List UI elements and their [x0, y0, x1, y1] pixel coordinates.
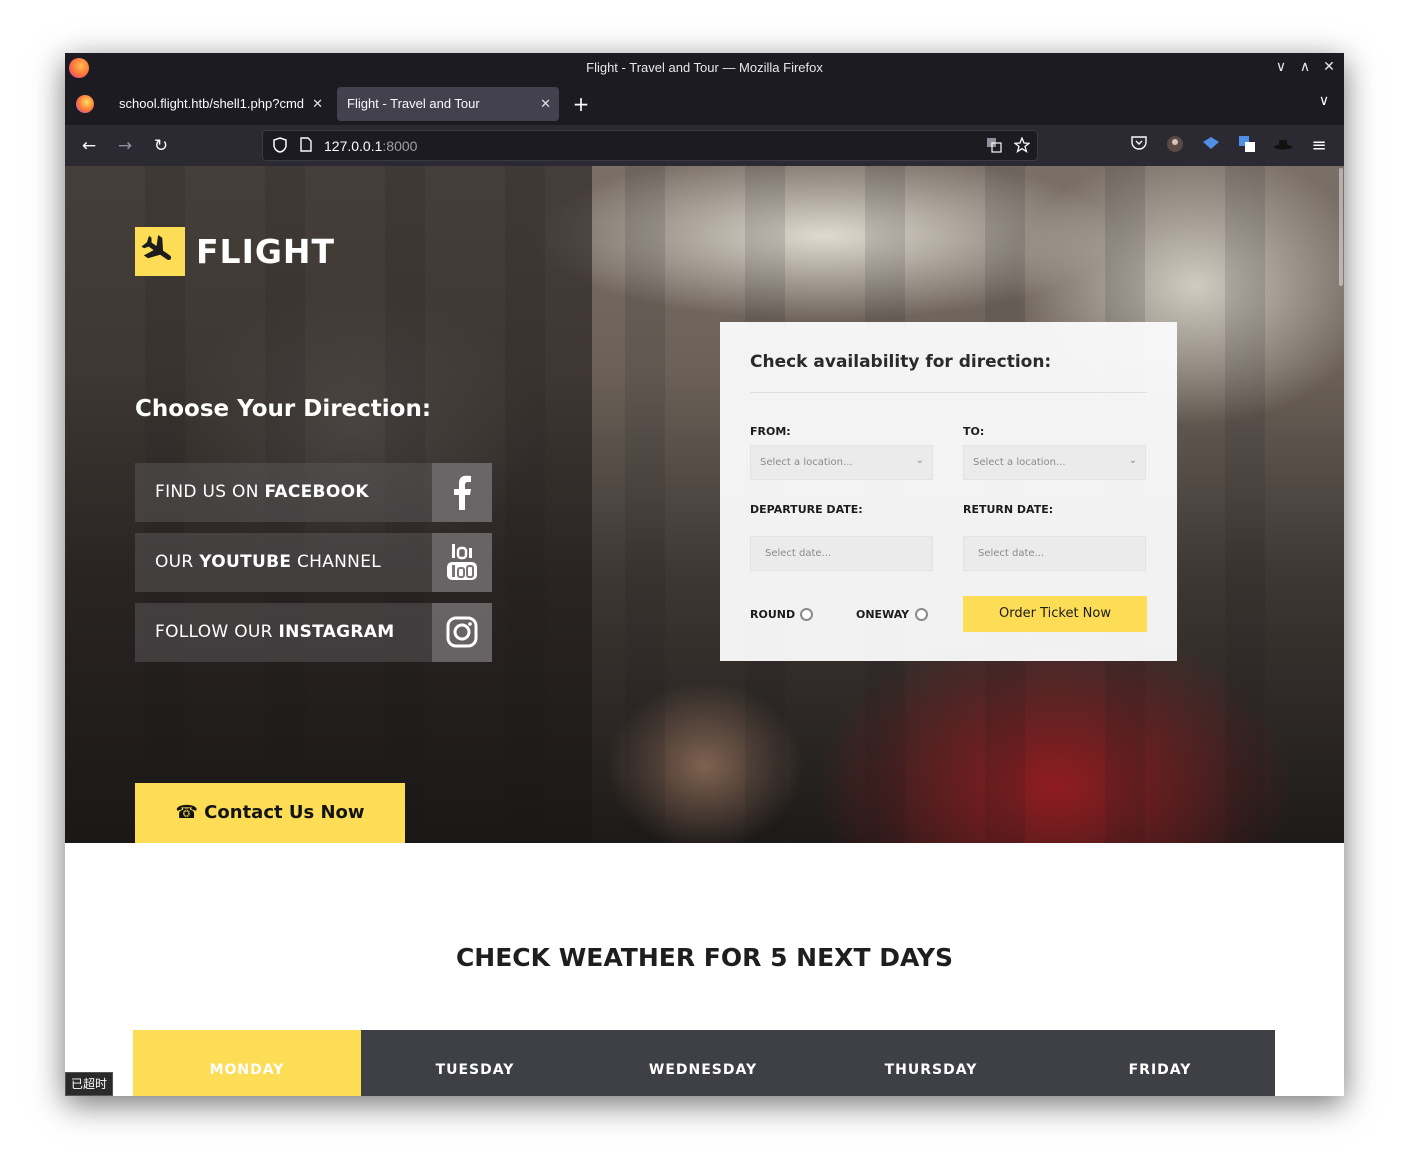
from-select[interactable]: Select a location... ⌄ — [750, 445, 933, 480]
translate-icon[interactable] — [985, 137, 1003, 155]
to-select[interactable]: Select a location... ⌄ — [963, 445, 1146, 480]
page-info-icon[interactable] — [297, 137, 315, 155]
tab-thursday[interactable]: THURSDAY — [817, 1030, 1045, 1096]
url-port: :8000 — [382, 138, 418, 154]
choose-direction-heading: Choose Your Direction: — [135, 396, 432, 422]
extension-hat-icon[interactable] — [1272, 135, 1294, 157]
tab-tuesday[interactable]: TUESDAY — [361, 1030, 589, 1096]
tab-school-shell[interactable]: school.flight.htb/shell1.php?cmd ✕ — [109, 87, 331, 121]
tracking-protection-shield-icon[interactable] — [271, 137, 289, 155]
airplane-logo-icon — [135, 227, 185, 276]
tab-label: school.flight.htb/shell1.php?cmd — [119, 96, 304, 111]
order-ticket-button[interactable]: Order Ticket Now — [963, 596, 1147, 632]
oneway-label: ONEWAY — [856, 608, 910, 621]
window-title: Flight - Travel and Tour — Mozilla Firef… — [586, 60, 823, 75]
page-scrollbar[interactable] — [1339, 168, 1343, 286]
contact-us-button[interactable]: ☎ Contact Us Now — [135, 783, 405, 843]
youtube-link[interactable]: OUR YOUTUBE CHANNEL — [135, 533, 492, 592]
tab-close-icon[interactable]: ✕ — [312, 87, 323, 121]
round-label: ROUND — [750, 608, 796, 621]
return-date-label: RETURN DATE: — [963, 503, 1054, 516]
browser-window: Flight - Travel and Tour — Mozilla Firef… — [65, 53, 1344, 1096]
tab-monday[interactable]: MONDAY — [133, 1030, 361, 1096]
reload-button[interactable]: ↻ — [148, 133, 174, 159]
hero-section: FLIGHT Choose Your Direction: FIND US ON… — [65, 166, 1344, 843]
instagram-icon — [432, 603, 492, 662]
youtube-icon — [432, 533, 492, 592]
departure-date-placeholder: Select date... — [765, 548, 832, 559]
from-placeholder: Select a location... — [760, 457, 853, 468]
extension-blue-diamond-icon[interactable] — [1200, 135, 1222, 157]
round-radio[interactable] — [800, 608, 813, 621]
tab-flight-travel[interactable]: Flight - Travel and Tour ✕ — [337, 87, 559, 121]
oneway-radio[interactable] — [915, 608, 928, 621]
weather-title: CHECK WEATHER FOR 5 NEXT DAYS — [455, 943, 954, 972]
back-button[interactable]: ← — [76, 133, 102, 159]
departure-date-label: DEPARTURE DATE: — [750, 503, 863, 516]
booking-title: Check availability for direction: — [750, 352, 1052, 372]
facebook-icon — [432, 463, 492, 522]
chevron-down-icon: ⌄ — [1128, 455, 1137, 466]
hamburger-menu-icon[interactable]: ≡ — [1308, 135, 1330, 157]
chevron-down-icon: ⌄ — [915, 455, 924, 466]
return-date-input[interactable]: Select date... — [963, 536, 1146, 571]
tab-bar: school.flight.htb/shell1.php?cmd ✕ Fligh… — [65, 83, 1344, 125]
instagram-link[interactable]: FOLLOW OUR INSTAGRAM — [135, 603, 492, 662]
minimize-button[interactable]: ∨ — [1271, 57, 1291, 77]
tab-close-icon[interactable]: ✕ — [540, 87, 551, 121]
booking-divider — [750, 392, 1147, 393]
url-bar[interactable]: 127.0.0.1:8000 — [262, 130, 1038, 161]
tab-label: Flight - Travel and Tour — [347, 96, 480, 111]
ime-status-badge: 已超时 — [65, 1072, 113, 1096]
to-label: TO: — [963, 425, 985, 438]
close-window-button[interactable]: ✕ — [1319, 57, 1339, 77]
maximize-button[interactable]: ∧ — [1295, 57, 1315, 77]
facebook-link[interactable]: FIND US ON FACEBOOK — [135, 463, 492, 522]
return-date-placeholder: Select date... — [978, 548, 1045, 559]
instagram-link-label: FOLLOW OUR INSTAGRAM — [155, 622, 395, 642]
translate-extension-icon[interactable] — [1236, 135, 1258, 157]
url-host: 127.0.0.1 — [324, 138, 383, 154]
page-viewport: FLIGHT Choose Your Direction: FIND US ON… — [65, 166, 1344, 1096]
contact-us-label: Contact Us Now — [204, 802, 365, 823]
logo-text: FLIGHT — [196, 232, 336, 271]
phone-icon: ☎ — [175, 802, 198, 823]
list-all-tabs-button[interactable]: ∨ — [1314, 93, 1334, 113]
forward-button[interactable]: → — [112, 133, 138, 159]
tab-friday[interactable]: FRIDAY — [1045, 1030, 1275, 1096]
youtube-link-label: OUR YOUTUBE CHANNEL — [155, 552, 382, 572]
from-label: FROM: — [750, 425, 791, 438]
account-avatar-icon[interactable] — [1164, 135, 1186, 157]
to-placeholder: Select a location... — [973, 457, 1066, 468]
navigation-bar: ← → ↻ 127.0.0.1:8000 ≡ — [65, 125, 1344, 166]
tab-wednesday[interactable]: WEDNESDAY — [589, 1030, 817, 1096]
new-tab-button[interactable]: + — [569, 92, 593, 116]
pocket-icon[interactable] — [1128, 135, 1150, 157]
booking-form: Check availability for direction: FROM: … — [720, 322, 1177, 661]
departure-date-input[interactable]: Select date... — [750, 536, 933, 571]
facebook-link-label: FIND US ON FACEBOOK — [155, 482, 369, 502]
firefox-view-icon[interactable] — [76, 95, 94, 113]
weather-days-tabs: MONDAY TUESDAY WEDNESDAY THURSDAY FRIDAY — [133, 1030, 1275, 1096]
title-bar: Flight - Travel and Tour — Mozilla Firef… — [65, 53, 1344, 83]
url-text[interactable]: 127.0.0.1:8000 — [324, 138, 417, 154]
bookmark-star-icon[interactable] — [1013, 136, 1031, 155]
